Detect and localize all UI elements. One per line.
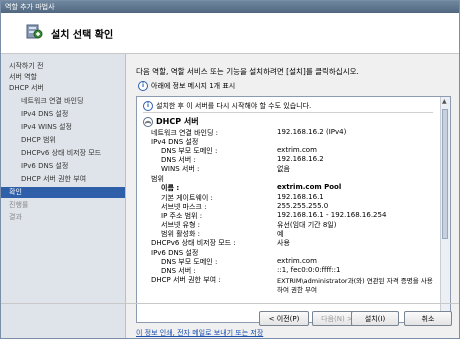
step-ipv4-dns[interactable]: IPv4 DNS 설정	[1, 109, 125, 120]
page-title: 설치 선택 확인	[51, 30, 114, 41]
info-messages-toggle[interactable]: i 아래에 정보 메시지 1개 표시	[138, 81, 235, 91]
step-server-roles[interactable]: 서버 역할	[1, 72, 125, 83]
restart-warning: i 설치한 후 이 서버를 다시 시작해야 할 수도 있습니다.	[143, 101, 311, 111]
step-confirmation[interactable]: 확인	[1, 187, 125, 198]
step-dhcp-scopes[interactable]: DHCP 범위	[1, 135, 125, 146]
row-value: 192.168.16.2	[277, 155, 324, 163]
scroll-up-icon[interactable]: ▲	[442, 98, 447, 105]
title-bar: 역할 추가 마법사	[1, 1, 459, 13]
step-ipv6-dns[interactable]: IPv6 DNS 설정	[1, 161, 125, 172]
step-ipv4-wins[interactable]: IPv4 WINS 설정	[1, 122, 125, 133]
step-dhcp-authorization[interactable]: DHCP 서버 권한 부여	[1, 174, 125, 185]
row-value: 하여 권한 부여	[277, 286, 318, 294]
dhcp-server-section-header[interactable]: ︽ DHCP 서버	[143, 116, 199, 127]
install-button[interactable]: 설치(I)	[351, 311, 399, 326]
scrollbar-thumb[interactable]	[442, 109, 448, 239]
divider	[143, 112, 433, 113]
info-icon: i	[138, 81, 148, 91]
row-value: 없음	[277, 165, 290, 173]
info-messages-label: 아래에 정보 메시지 1개 표시	[151, 82, 236, 90]
intro-text: 다음 역할, 역할 서비스 또는 기능을 설치하려면 [설치]를 클릭하십시오.	[136, 67, 359, 76]
step-results: 결과	[9, 213, 22, 221]
step-before-you-begin[interactable]: 시작하기 전	[1, 61, 125, 72]
main-content: 다음 역할, 역할 서비스 또는 기능을 설치하려면 [설치]를 클릭하십시오.…	[126, 54, 459, 338]
row-value: 192.168.16.1 - 192.168.16.254	[277, 211, 387, 219]
vertical-scrollbar[interactable]: ▲ ▼	[440, 97, 450, 322]
step-progress: 진행률	[9, 201, 29, 209]
row-value: extrim.com Pool	[277, 183, 342, 191]
collapse-chevron-icon[interactable]: ︽	[143, 116, 153, 127]
step-dhcpv6-stateless[interactable]: DHCPv6 상태 비저장 모드	[1, 148, 125, 159]
server-roles-icon	[26, 24, 43, 39]
cancel-button[interactable]: 취소	[404, 311, 452, 326]
section-title: DHCP 서버	[156, 117, 199, 126]
row-value: extrim.com	[277, 257, 317, 265]
row-value: 255.255.255.0	[277, 202, 329, 210]
confirmation-details-box[interactable]: i 설치한 후 이 서버를 다시 시작해야 할 수도 있습니다. ︽ DHCP 서버…	[136, 96, 451, 323]
restart-warning-text: 설치한 후 이 서버를 다시 시작해야 할 수도 있습니다.	[156, 102, 312, 110]
row-value: 192.168.16.1	[277, 193, 324, 201]
step-network-binding[interactable]: 네트워크 연결 바인딩	[1, 96, 125, 107]
row-label: WINS 서버 :	[161, 165, 200, 173]
row-label: DHCP 서버 권한 부여 :	[151, 276, 221, 284]
row-value: 사용	[277, 239, 290, 247]
row-value: 192.168.16.2 (IPv4)	[277, 128, 347, 136]
row-label: 이름 :	[161, 184, 180, 192]
step-dhcp-server[interactable]: DHCP 서버	[1, 83, 125, 94]
row-value: 유선(임대 기간 8일)	[277, 221, 337, 229]
info-icon: i	[143, 101, 153, 111]
previous-button[interactable]: < 이전(P)	[259, 311, 309, 326]
row-label: DHCPv6 상태 비저장 모드 :	[151, 239, 236, 247]
wizard-header: 설치 선택 확인	[1, 13, 459, 54]
wizard-window: 역할 추가 마법사 설치 선택 확인 시작하기 전 서버 역할 DHCP 서버 …	[0, 0, 460, 339]
wizard-steps-sidebar: 시작하기 전 서버 역할 DHCP 서버 네트워크 연결 바인딩 IPv4 DN…	[1, 54, 126, 338]
row-value: extrim.com	[277, 146, 317, 154]
row-value: ::1, fec0:0:0:ffff::1	[277, 266, 341, 274]
